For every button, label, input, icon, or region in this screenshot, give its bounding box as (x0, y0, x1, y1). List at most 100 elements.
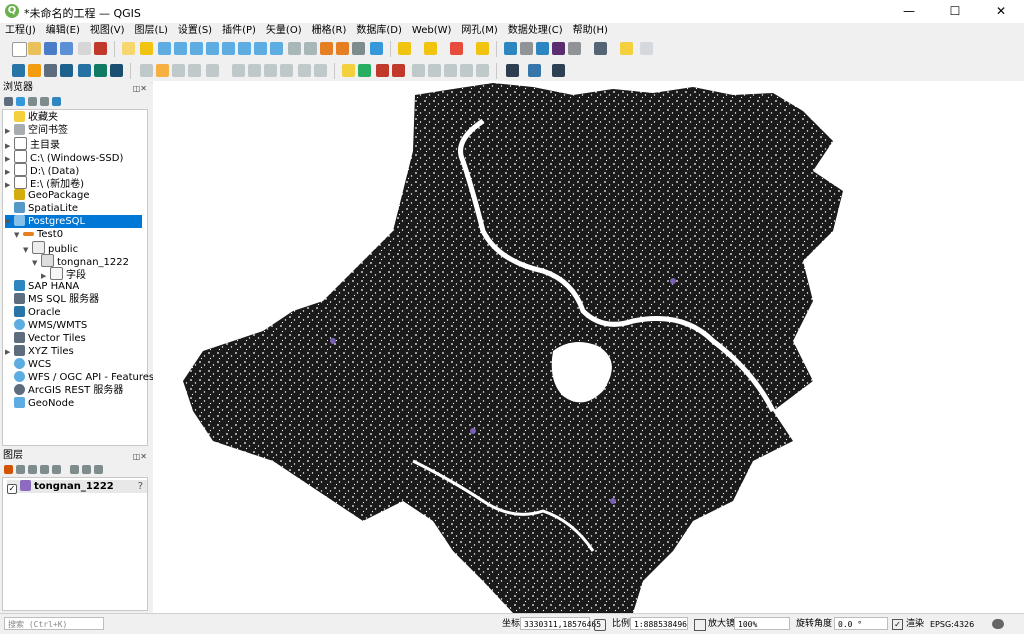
layout-manager-icon[interactable] (94, 42, 107, 55)
coordinate-field[interactable]: 3330311,18576465 (520, 617, 601, 630)
move-label-icon[interactable] (428, 64, 441, 77)
browser-item-public[interactable]: ▼ public (23, 241, 78, 255)
cut-icon[interactable] (248, 64, 261, 77)
new-project-icon[interactable] (12, 42, 27, 57)
menu-web[interactable]: Web(W) (407, 23, 457, 38)
menu-edit[interactable]: 编辑(E) (41, 23, 85, 38)
menu-plugins[interactable]: 插件(P) (217, 23, 261, 38)
show-hide-labels-icon[interactable] (412, 64, 425, 77)
filter-legend-icon[interactable] (40, 465, 49, 474)
add-postgis-icon[interactable] (78, 64, 91, 77)
crs-indicator[interactable]: EPSG:4326 (930, 618, 974, 631)
menu-settings[interactable]: 设置(S) (173, 23, 217, 38)
menu-project[interactable]: 工程(J) (0, 23, 41, 38)
help-icon[interactable] (552, 64, 565, 77)
show-bookmarks-icon[interactable] (336, 42, 349, 55)
zoom-out-icon[interactable] (174, 42, 187, 55)
scale-lock-icon[interactable] (694, 619, 706, 631)
delete-selected-icon[interactable] (232, 64, 245, 77)
browser-item-xyz-tiles[interactable]: ▶ XYZ Tiles (5, 345, 74, 358)
pin-labels-icon[interactable] (392, 64, 405, 77)
map-canvas[interactable] (153, 81, 1024, 613)
browser-item-e-drive[interactable]: ▶ E:\ (新加卷) (5, 176, 84, 190)
print-layout-icon[interactable] (78, 42, 91, 55)
statistics-sigma-icon[interactable] (552, 42, 565, 55)
minimize-button[interactable]: — (886, 0, 932, 23)
highlight-labels-icon[interactable] (376, 64, 389, 77)
select-location-icon[interactable] (476, 42, 489, 55)
browser-item-spatial-bookmarks[interactable]: ▶ 空间书签 (5, 124, 68, 137)
add-selected-icon[interactable] (4, 97, 13, 106)
add-wms-icon[interactable] (94, 64, 107, 77)
paste-icon[interactable] (280, 64, 293, 77)
select-by-value-icon[interactable] (424, 42, 437, 55)
rotation-field[interactable]: 0.0 ° (834, 617, 888, 630)
browser-item-favorites[interactable]: 收藏夹 (5, 111, 58, 124)
measure-icon[interactable] (594, 42, 607, 55)
browser-item-spatialite[interactable]: SpatiaLite (5, 202, 78, 215)
panel-float-close-icon[interactable]: ◫✕ (133, 82, 147, 96)
browser-item-wms[interactable]: WMS/WMTS (5, 319, 87, 332)
save-as-icon[interactable] (60, 42, 73, 55)
browser-item-test0[interactable]: ▼ Test0 (14, 228, 63, 241)
menu-layer[interactable]: 图层(L) (130, 23, 173, 38)
refresh-icon[interactable] (370, 42, 383, 55)
zoom-layer-icon[interactable] (222, 42, 235, 55)
pan-icon[interactable] (122, 42, 135, 55)
globe-icon[interactable] (506, 64, 519, 77)
messages-icon[interactable] (992, 619, 1004, 629)
browser-item-wfs[interactable]: WFS / OGC API - Features (5, 371, 154, 384)
save-edits-icon[interactable] (172, 64, 185, 77)
field-calculator-icon[interactable] (568, 42, 581, 55)
menu-help[interactable]: 帮助(H) (568, 23, 613, 38)
identify-icon[interactable] (504, 42, 517, 55)
new-map-view-icon[interactable] (288, 42, 301, 55)
attribute-table-icon[interactable] (520, 42, 533, 55)
properties-icon[interactable] (52, 97, 61, 106)
render-checkbox[interactable]: ✓ (892, 619, 903, 630)
add-group-icon[interactable] (16, 465, 25, 474)
collapse-all-icon[interactable] (40, 97, 49, 106)
zoom-selection-icon[interactable] (206, 42, 219, 55)
save-project-icon[interactable] (44, 42, 57, 55)
zoom-next-icon[interactable] (270, 42, 283, 55)
copy-icon[interactable] (264, 64, 277, 77)
add-feature-icon[interactable] (188, 64, 201, 77)
browser-item-sap-hana[interactable]: SAP HANA (5, 280, 79, 293)
menu-mesh[interactable]: 网孔(M) (456, 23, 502, 38)
layer-help-icon[interactable]: ? (138, 480, 143, 493)
layer-styling-icon[interactable] (4, 465, 13, 474)
add-vector-icon[interactable] (44, 64, 57, 77)
browser-item-arcgis-rest[interactable]: ArcGIS REST 服务器 (5, 384, 123, 397)
map-tips-icon[interactable] (620, 42, 633, 55)
browser-item-fields[interactable]: ▶ 字段 (41, 267, 86, 281)
open-project-icon[interactable] (28, 42, 41, 55)
browser-item-vector-tiles[interactable]: Vector Tiles (5, 332, 86, 345)
browser-item-wcs[interactable]: WCS (5, 358, 51, 371)
add-wfs-icon[interactable] (110, 64, 123, 77)
panel-float-close-icon[interactable]: ◫✕ (133, 450, 147, 464)
remove-layer-icon[interactable] (94, 465, 103, 474)
layer-labeling-icon[interactable] (358, 64, 371, 77)
menu-view[interactable]: 视图(V) (85, 23, 130, 38)
refresh-icon[interactable] (16, 97, 25, 106)
lock-extent-icon[interactable] (594, 619, 606, 631)
expand-all-icon[interactable] (70, 465, 79, 474)
temporal-controller-icon[interactable] (352, 42, 365, 55)
diagram-tool-icon[interactable] (476, 64, 489, 77)
menu-raster[interactable]: 栅格(R) (307, 23, 352, 38)
maximize-button[interactable]: ☐ (932, 0, 978, 23)
bookmark-icon[interactable] (320, 42, 333, 55)
menu-database[interactable]: 数据库(D) (351, 23, 407, 38)
vertex-tool-icon[interactable] (206, 64, 219, 77)
scale-field[interactable]: 1:888538496 (630, 617, 688, 630)
menu-vector[interactable]: 矢量(O) (261, 23, 307, 38)
browser-item-geonode[interactable]: GeoNode (5, 397, 74, 410)
zoom-native-icon[interactable] (238, 42, 251, 55)
redo-icon[interactable] (314, 64, 327, 77)
collapse-all-icon[interactable] (82, 465, 91, 474)
settings-gear-icon[interactable] (536, 42, 549, 55)
menu-processing[interactable]: 数据处理(C) (503, 23, 568, 38)
annotation-icon[interactable] (640, 42, 653, 55)
pan-to-selection-icon[interactable] (140, 42, 153, 55)
